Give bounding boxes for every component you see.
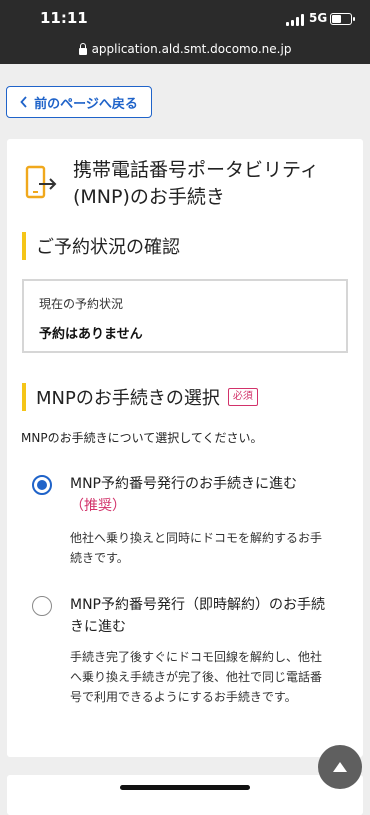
status-value: 予約はありません <box>39 327 143 342</box>
url-text: application.ald.smt.docomo.ne.jp <box>91 42 292 56</box>
mnp-selection-heading-text: MNPのお手続きの選択 <box>36 388 220 409</box>
next-card <box>7 775 363 815</box>
heading-accent-bar <box>22 232 26 260</box>
mnp-selection-heading: MNPのお手続きの選択 必須 <box>22 383 258 411</box>
page-header: 携帯電話番号ポータビリティ(MNP)のお手続き <box>25 157 355 213</box>
reservation-heading: ご予約状況の確認 <box>22 232 180 260</box>
back-button[interactable]: 前のページへ戻る <box>6 86 152 118</box>
reservation-status-box: 現在の予約状況 予約はありません <box>22 279 348 353</box>
option-label-text: MNP予約番号発行（即時解約）のお手続きに進む <box>70 597 325 635</box>
reservation-heading-text: ご予約状況の確認 <box>36 237 180 258</box>
status-bar: 11:11 5G <box>0 0 370 34</box>
required-badge: 必須 <box>227 388 258 406</box>
page-title: 携帯電話番号ポータビリティ(MNP)のお手続き <box>73 159 319 208</box>
option-label[interactable]: MNP予約番号発行のお手続きに進む （推奨） <box>70 473 332 517</box>
main-card: 携帯電話番号ポータビリティ(MNP)のお手続き ご予約状況の確認 現在の予約状況… <box>7 139 363 757</box>
chevron-left-icon <box>20 96 27 108</box>
option-description: 他社へ乗り換えと同時にドコモを解約するお手続きです。 <box>70 531 323 565</box>
radio-button-selected[interactable] <box>32 475 52 495</box>
network-type: 5G <box>309 11 328 25</box>
battery-icon <box>330 13 355 25</box>
home-indicator[interactable] <box>120 785 250 790</box>
option-description: 手続き完了後すぐにドコモ回線を解約し、他社へ乗り換え手続きが完了後、他社で同じ電… <box>70 650 323 704</box>
option-label[interactable]: MNP予約番号発行（即時解約）のお手続きに進む <box>70 594 332 638</box>
heading-accent-bar <box>22 383 26 411</box>
back-button-label: 前のページへ戻る <box>34 96 138 112</box>
scroll-top-button[interactable] <box>318 745 362 789</box>
selection-description: MNPのお手続きについて選択してください。 <box>21 431 263 445</box>
status-time: 11:11 <box>40 9 88 27</box>
signal-icon <box>286 14 304 26</box>
address-bar[interactable]: application.ald.smt.docomo.ne.jp <box>0 34 370 64</box>
radio-button-unselected[interactable] <box>32 596 52 616</box>
arrow-up-icon <box>333 762 347 772</box>
status-label: 現在の予約状況 <box>39 297 124 311</box>
option-label-text: MNP予約番号発行のお手続きに進む <box>70 476 297 492</box>
battery-fill <box>332 15 341 23</box>
phone-transfer-icon <box>25 165 57 199</box>
lock-icon <box>78 42 87 55</box>
recommended-tag: （推奨） <box>70 498 126 514</box>
